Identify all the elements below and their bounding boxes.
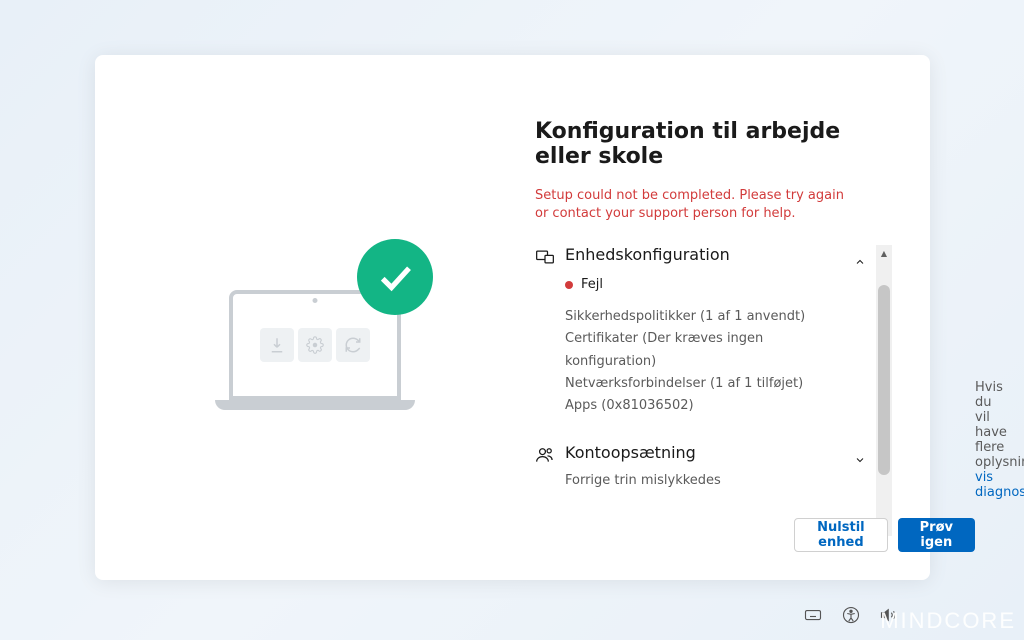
section-status-row: Forrige trin mislykkedes [565,473,858,488]
scrollbar-thumb[interactable] [878,285,890,475]
section-status: Forrige trin mislykkedes [565,473,721,488]
section-device-config: Enhedskonfiguration Fejl Sikkerhedspolit… [535,245,858,416]
section-account-setup: Kontoopsætning Forrige trin mislykkedes [535,443,858,488]
scroll-up-arrow-icon[interactable]: ▲ [876,245,892,261]
detail-item: Apps (0x81036502) [565,395,858,417]
content-panel: Konfiguration til arbejde eller skole Se… [535,55,930,580]
detail-item: Sikkerhedspolitikker (1 af 1 anvendt) [565,306,858,328]
gear-icon [298,328,332,362]
error-message: Setup could not be completed. Please try… [535,187,888,223]
status-row: Fejl [565,277,858,292]
people-icon [535,445,555,469]
laptop-illustration [215,265,415,410]
refresh-icon [336,328,370,362]
section-header[interactable]: Kontoopsætning [535,443,858,469]
keyboard-icon[interactable] [804,606,822,628]
section-header[interactable]: Enhedskonfiguration [535,245,858,271]
error-dot-icon [565,281,573,289]
section-title: Enhedskonfiguration [565,245,730,264]
retry-button[interactable]: Prøv igen [898,518,975,552]
detail-item: Certifikater (Der kræves ingen konfigura… [565,328,858,372]
sections-scroll-area: Enhedskonfiguration Fejl Sikkerhedspolit… [535,245,888,552]
diagnostics-link[interactable]: vis diagnosticering. [975,470,1024,500]
detail-item: Netværksforbindelser (1 af 1 tilføjet) [565,373,858,395]
reset-device-button[interactable]: Nulstil enhed [794,518,887,552]
devices-icon [535,247,555,271]
illustration-panel [95,55,535,580]
page-title: Konfiguration til arbejde eller skole [535,119,888,169]
download-icon [260,328,294,362]
setup-card: Konfiguration til arbejde eller skole Se… [95,55,930,580]
section-status: Fejl [581,277,603,292]
accessibility-icon[interactable] [842,606,860,628]
watermark: MINDCORE [880,608,1016,634]
chevron-up-icon[interactable] [854,253,866,272]
detail-list: Sikkerhedspolitikker (1 af 1 anvendt) Ce… [565,306,858,416]
chevron-down-icon[interactable] [854,451,866,470]
section-title: Kontoopsætning [565,443,696,462]
scrollbar[interactable]: ▲ ▼ [876,245,892,536]
checkmark-badge-icon [357,239,433,315]
